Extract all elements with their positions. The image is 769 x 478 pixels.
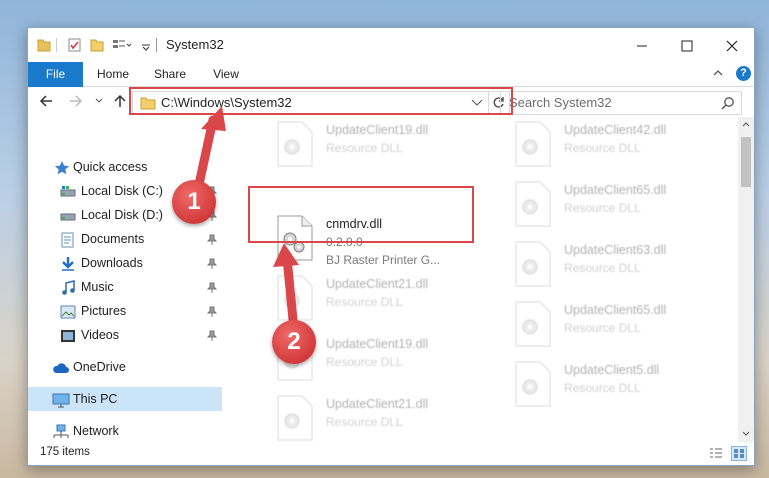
step-badge-1: 1: [172, 180, 216, 224]
arrow-1-head: [201, 106, 226, 131]
arrow-2-head: [273, 243, 299, 267]
annotation-arrows: [191, 106, 299, 335]
step-badge-2: 2: [272, 320, 316, 364]
